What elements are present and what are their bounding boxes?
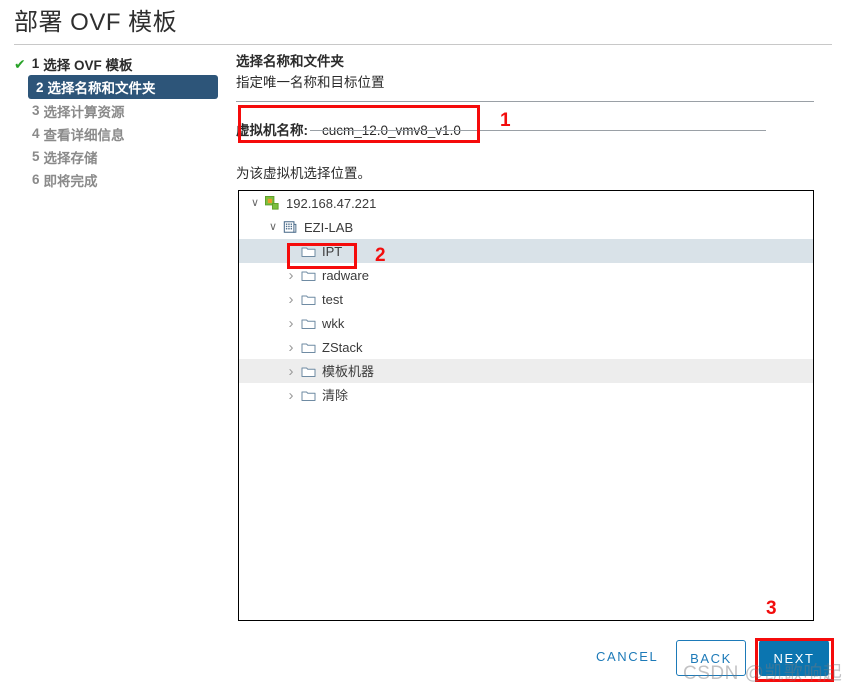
wizard-step-label: 查看详细信息 — [43, 127, 125, 143]
chevron-right-icon[interactable]: › — [283, 268, 299, 283]
page-title: 部署 OVF 模板 — [14, 9, 178, 36]
wizard-step-1[interactable]: ✔ 1 选择 OVF 模板 — [0, 52, 222, 75]
tree-item-wkk[interactable]: › wkk — [239, 311, 813, 335]
folder-icon — [299, 387, 317, 403]
wizard-step-label: 选择计算资源 — [43, 104, 125, 120]
wizard-step-label: 选择存储 — [43, 150, 98, 166]
tree-item-EZI-LAB[interactable]: ∨ EZI-LAB — [239, 215, 813, 239]
vm-name-label: 虚拟机名称: — [236, 123, 308, 138]
tree-item-清除[interactable]: › 清除 — [239, 383, 813, 407]
vm-name-row: 虚拟机名称: — [236, 108, 816, 142]
folder-icon — [299, 315, 317, 331]
content-divider — [236, 101, 814, 102]
wizard-step-label: 即将完成 — [43, 173, 98, 189]
cancel-button[interactable]: CANCEL — [590, 648, 664, 665]
section-heading: 选择名称和文件夹 — [236, 54, 344, 69]
content-pane: 选择名称和文件夹 指定唯一名称和目标位置 — [236, 52, 832, 102]
folder-icon — [299, 243, 317, 259]
tree-item-label: ZStack — [322, 339, 363, 355]
tree-item-192.168.47.221[interactable]: ∨ 192.168.47.221 — [239, 191, 813, 215]
chevron-right-icon[interactable]: › — [283, 364, 299, 379]
tree-item-IPT[interactable]: IPT — [239, 239, 813, 263]
vcenter-icon — [263, 195, 281, 211]
datacenter-icon — [281, 219, 299, 235]
wizard-step-number: 2 — [36, 79, 44, 95]
folder-icon — [299, 291, 317, 307]
folder-icon — [299, 339, 317, 355]
chevron-right-icon[interactable]: › — [283, 316, 299, 331]
tree-item-label: 模板机器 — [322, 363, 375, 379]
wizard-step-2[interactable]: 2 选择名称和文件夹 — [28, 75, 218, 99]
wizard-step-3[interactable]: 3 选择计算资源 — [0, 99, 222, 122]
wizard-step-number: 5 — [32, 149, 40, 164]
tree-item-label: 192.168.47.221 — [286, 195, 377, 211]
tree-item-ZStack[interactable]: › ZStack — [239, 335, 813, 359]
wizard-step-number: 1 — [31, 56, 40, 71]
section-subheading: 指定唯一名称和目标位置 — [236, 75, 385, 90]
wizard-footer: CANCEL BACK NEXT — [0, 638, 846, 684]
location-tree[interactable]: ∨ 192.168.47.221 ∨ EZI-LAB IPT › radware › test ›… — [238, 190, 814, 621]
back-button[interactable]: BACK — [676, 640, 746, 676]
tree-item-label: IPT — [322, 243, 343, 259]
folder-icon — [299, 363, 317, 379]
wizard-step-label: 选择名称和文件夹 — [47, 81, 156, 96]
next-button[interactable]: NEXT — [759, 640, 829, 676]
chevron-down-icon[interactable]: ∨ — [265, 221, 281, 233]
chevron-right-icon[interactable]: › — [283, 388, 299, 403]
vm-name-underline-extension — [310, 130, 766, 131]
tree-item-label: wkk — [322, 315, 345, 331]
tree-item-label: 清除 — [322, 387, 349, 403]
wizard-step-number: 4 — [32, 126, 40, 141]
vm-name-input[interactable] — [318, 123, 470, 142]
tree-item-label: radware — [322, 267, 369, 283]
chevron-right-icon[interactable]: › — [283, 292, 299, 307]
wizard-step-list: ✔ 1 选择 OVF 模板 2 选择名称和文件夹 3 选择计算资源 4 查看详细信息 5 选择存储 6… — [0, 52, 222, 191]
wizard-step-label: 选择 OVF 模板 — [43, 57, 133, 73]
tree-item-label: EZI-LAB — [304, 219, 354, 235]
location-prompt: 为该虚拟机选择位置。 — [236, 166, 371, 181]
tree-item-test[interactable]: › test — [239, 287, 813, 311]
tree-item-label: test — [322, 291, 343, 307]
chevron-down-icon[interactable]: ∨ — [247, 197, 263, 209]
folder-icon — [299, 267, 317, 283]
chevron-right-icon[interactable]: › — [283, 340, 299, 355]
wizard-step-number: 3 — [32, 103, 40, 118]
tree-item-radware[interactable]: › radware — [239, 263, 813, 287]
check-icon: ✔ — [14, 55, 26, 72]
wizard-step-number: 6 — [32, 172, 40, 187]
wizard-step-6[interactable]: 6 即将完成 — [0, 168, 222, 191]
wizard-step-4[interactable]: 4 查看详细信息 — [0, 122, 222, 145]
tree-item-模板机器[interactable]: › 模板机器 — [239, 359, 813, 383]
wizard-step-5[interactable]: 5 选择存储 — [0, 145, 222, 168]
title-divider — [14, 44, 832, 45]
